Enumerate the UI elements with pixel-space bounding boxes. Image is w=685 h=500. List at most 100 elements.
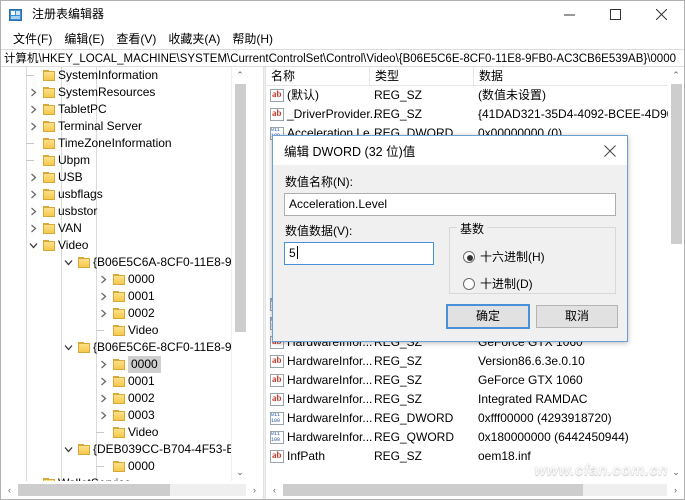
tree-item[interactable]: {B06E5C6A-8CF0-11E8-9: [1, 254, 247, 271]
value-data-input[interactable]: 5: [284, 242, 434, 265]
table-row[interactable]: InfPath REG_SZ oem18.inf: [266, 447, 668, 466]
chevron-right-icon[interactable]: [99, 292, 108, 301]
tree-scroll-down-arrow[interactable]: ⌄: [232, 464, 248, 481]
tree-item[interactable]: Ubpm: [1, 152, 247, 169]
chevron-right-icon[interactable]: [29, 207, 38, 216]
table-row[interactable]: HardwareInfor...REG_SZ Integrated RAMDAC: [266, 390, 668, 409]
tree-scroll-left-arrow[interactable]: ‹: [1, 481, 18, 499]
menu-item-view[interactable]: 查看(V): [110, 28, 162, 49]
table-row[interactable]: (默认) REG_SZ (数值未设置): [266, 86, 668, 105]
list-scroll-down-arrow[interactable]: ⌄: [668, 464, 684, 481]
tree-item[interactable]: usbstor: [1, 203, 247, 220]
chevron-right-icon[interactable]: [29, 224, 38, 233]
tree-item[interactable]: 0000: [1, 271, 247, 288]
list-horizontal-scrollbar[interactable]: ‹ ›: [266, 481, 684, 499]
list-scroll-up-arrow[interactable]: ⌃: [668, 67, 684, 84]
tree-connector-line: [26, 143, 34, 144]
tree-item[interactable]: Video: [1, 322, 247, 339]
chevron-right-icon[interactable]: [29, 173, 38, 182]
close-button[interactable]: [638, 1, 684, 28]
list-hscroll-track[interactable]: [283, 484, 667, 496]
address-bar[interactable]: 计算机\HKEY_LOCAL_MACHINE\SYSTEM\CurrentCon…: [1, 49, 684, 67]
column-header-name[interactable]: 名称: [266, 67, 370, 86]
list-scroll-right-arrow[interactable]: ›: [667, 481, 684, 499]
tree-item[interactable]: 0002: [1, 305, 247, 322]
cell-data: oem18.inf: [478, 449, 531, 463]
tree-item[interactable]: 0000: [1, 458, 247, 475]
tree-item[interactable]: 0002: [1, 390, 247, 407]
folder-icon: [43, 223, 55, 234]
table-row[interactable]: HardwareInfor...REG_SZ GeForce GTX 1060: [266, 371, 668, 390]
tree-scroll-up-arrow[interactable]: ⌃: [232, 67, 248, 84]
chevron-right-icon[interactable]: [29, 88, 38, 97]
table-row[interactable]: HardwareInfor...REG_DWORD 0xfff00000 (429…: [266, 409, 668, 428]
tree-hscroll-track[interactable]: [18, 484, 246, 496]
menu-item-help[interactable]: 帮助(H): [226, 28, 279, 49]
chevron-right-icon[interactable]: [99, 309, 108, 318]
tree-item[interactable]: 0001: [1, 373, 247, 390]
cell-name: HardwareInfor...: [287, 411, 373, 425]
tree-item[interactable]: Video: [1, 424, 247, 441]
tree-scroll-right-arrow[interactable]: ›: [246, 481, 263, 499]
tree-scroll-thumb[interactable]: [235, 84, 246, 332]
list-scroll-thumb[interactable]: [671, 84, 682, 244]
tree-item[interactable]: Video: [1, 237, 247, 254]
string-value-icon: [270, 449, 284, 463]
menu-item-favorites[interactable]: 收藏夹(A): [162, 28, 226, 49]
tree-item[interactable]: 0000: [1, 356, 247, 373]
tree-item[interactable]: Terminal Server: [1, 118, 247, 135]
column-header-data[interactable]: 数据: [474, 67, 668, 86]
tree-item[interactable]: {DEB039CC-B704-4F53-B: [1, 441, 247, 458]
maximize-button[interactable]: [592, 1, 638, 28]
tree-item-label: SystemResources: [58, 85, 156, 99]
list-vertical-scrollbar[interactable]: ⌃ ⌄: [668, 67, 684, 481]
column-header-type[interactable]: 类型: [370, 67, 474, 86]
chevron-right-icon[interactable]: [99, 360, 108, 369]
tree-item[interactable]: 0001: [1, 288, 247, 305]
chevron-down-icon[interactable]: [64, 343, 73, 352]
chevron-right-icon[interactable]: [29, 190, 38, 199]
chevron-down-icon[interactable]: [64, 445, 73, 454]
cancel-button[interactable]: 取消: [536, 305, 618, 328]
table-row[interactable]: HardwareInfor...REG_SZ Version86.6.3e.0.1…: [266, 352, 668, 371]
chevron-right-icon[interactable]: [29, 105, 38, 114]
tree-item-label: 0000: [128, 272, 155, 286]
ok-button[interactable]: 确定: [446, 304, 530, 329]
menu-item-edit[interactable]: 编辑(E): [58, 28, 110, 49]
chevron-down-icon[interactable]: [64, 258, 73, 267]
cell-name: _DriverProvider...: [287, 107, 380, 121]
chevron-right-icon[interactable]: [99, 394, 108, 403]
address-path: 计算机\HKEY_LOCAL_MACHINE\SYSTEM\CurrentCon…: [4, 53, 676, 65]
chevron-right-icon[interactable]: [29, 122, 38, 131]
tree-item[interactable]: TimeZoneInformation: [1, 135, 247, 152]
registry-tree[interactable]: SystemInformation SystemResources TabletPC…: [1, 67, 247, 481]
tree-item[interactable]: TabletPC: [1, 101, 247, 118]
dialog-close-icon[interactable]: [593, 136, 627, 165]
minimize-button[interactable]: [546, 1, 592, 28]
folder-icon: [113, 359, 125, 370]
table-row[interactable]: HardwareInfor...REG_QWORD 0x180000000 (64…: [266, 428, 668, 447]
tree-item[interactable]: USB: [1, 169, 247, 186]
tree-item[interactable]: SystemResources: [1, 84, 247, 101]
list-hscroll-thumb[interactable]: [283, 484, 583, 496]
chevron-right-icon[interactable]: [99, 377, 108, 386]
tree-horizontal-scrollbar[interactable]: ‹ ›: [1, 481, 263, 499]
tree-item[interactable]: 0003: [1, 407, 247, 424]
radio-hexadecimal[interactable]: 十六进制(H): [463, 248, 545, 265]
tree-hscroll-thumb[interactable]: [18, 484, 170, 496]
tree-item[interactable]: {B06E5C6E-8CF0-11E8-9F: [1, 339, 247, 356]
chevron-down-icon[interactable]: [29, 241, 38, 250]
tree-item[interactable]: usbflags: [1, 186, 247, 203]
list-scroll-left-arrow[interactable]: ‹: [266, 481, 283, 499]
chevron-right-icon[interactable]: [99, 275, 108, 284]
tree-vertical-scrollbar[interactable]: ⌃ ⌄: [231, 67, 248, 481]
value-name-input[interactable]: Acceleration.Level: [284, 193, 616, 216]
cell-data: Version86.6.3e.0.10: [478, 354, 585, 368]
cell-type: REG_SZ: [374, 449, 423, 463]
tree-item[interactable]: VAN: [1, 220, 247, 237]
chevron-right-icon[interactable]: [99, 411, 108, 420]
tree-item[interactable]: SystemInformation: [1, 67, 247, 84]
radio-decimal[interactable]: 十进制(D): [463, 275, 533, 292]
table-row[interactable]: _DriverProvider...REG_SZ {41DAD321-35D4-4…: [266, 105, 668, 124]
menu-item-file[interactable]: 文件(F): [7, 28, 58, 49]
